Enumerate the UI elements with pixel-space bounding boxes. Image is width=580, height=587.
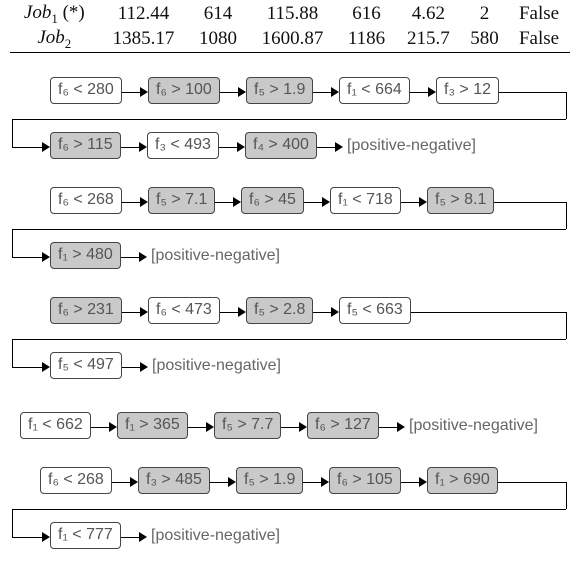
condition-node: f₆ > 231 — [50, 297, 122, 324]
condition-node: f₁ < 664 — [339, 77, 410, 104]
condition-node: f₆ < 473 — [148, 297, 220, 324]
table-row: Job2 1385.17 1080 1600.87 1186 215.7 580… — [10, 27, 570, 52]
condition-node: f₅ > 8.1 — [427, 187, 494, 214]
condition-node: f₆ > 105 — [329, 467, 401, 494]
condition-node: f₆ < 268 — [50, 187, 122, 214]
cell: 2 — [461, 2, 508, 27]
rule-diagram: f₆ < 280 f₆ > 100 f₅ > 1.9 f₁ < 664 f₃ > 12 f… — [10, 77, 570, 587]
cell: 1186 — [337, 27, 395, 52]
row-label: Job1 (*) — [10, 2, 99, 27]
condition-node: f₁ > 365 — [117, 412, 188, 439]
cell: 1600.87 — [248, 27, 338, 52]
cell: 1385.17 — [99, 27, 189, 52]
condition-node: f₆ < 268 — [40, 467, 112, 494]
condition-node: f₆ > 100 — [148, 77, 220, 104]
cell: 614 — [188, 2, 247, 27]
condition-node: f₅ < 497 — [50, 352, 122, 379]
table-row: Job1 (*) 112.44 614 115.88 616 4.62 2 Fa… — [10, 2, 570, 27]
condition-node: f₃ < 493 — [147, 132, 219, 159]
outcome-label: [positive-negative] — [152, 357, 281, 375]
condition-node: f₁ < 662 — [20, 412, 91, 439]
cell: 115.88 — [248, 2, 338, 27]
cell: 112.44 — [99, 2, 189, 27]
condition-node: f₅ > 1.9 — [236, 467, 303, 494]
condition-node: f₁ < 777 — [50, 522, 121, 549]
cell: False — [508, 27, 570, 52]
outcome-label: [positive-negative] — [409, 417, 538, 435]
row-label: Job2 — [10, 27, 99, 52]
condition-node: f₅ < 663 — [339, 297, 411, 324]
cell: 580 — [461, 27, 508, 52]
condition-node: f₁ > 480 — [50, 242, 121, 269]
condition-node: f₅ > 1.9 — [246, 77, 313, 104]
condition-node: f₆ > 127 — [307, 412, 379, 439]
condition-node: f₆ > 115 — [50, 132, 121, 159]
cell: False — [508, 2, 570, 27]
condition-node: f₅ > 2.8 — [246, 297, 313, 324]
condition-node: f₁ > 690 — [427, 467, 498, 494]
cell: 616 — [337, 2, 395, 27]
cell: 4.62 — [396, 2, 461, 27]
condition-node: f₃ > 485 — [138, 467, 210, 494]
condition-node: f₄ > 400 — [245, 132, 317, 159]
condition-node: f₁ < 718 — [330, 187, 401, 214]
outcome-label: [positive-negative] — [151, 527, 280, 545]
cell: 215.7 — [396, 27, 461, 52]
cell: 1080 — [188, 27, 247, 52]
condition-node: f₅ > 7.1 — [148, 187, 215, 214]
job-table: Job1 (*) 112.44 614 115.88 616 4.62 2 Fa… — [10, 2, 570, 53]
outcome-label: [positive-negative] — [347, 137, 476, 155]
condition-node: f₆ < 280 — [50, 77, 122, 104]
condition-node: f₅ > 7.7 — [214, 412, 281, 439]
condition-node: f₃ > 12 — [436, 77, 499, 104]
condition-node: f₆ > 45 — [241, 187, 304, 214]
data-table: Job1 (*) 112.44 614 115.88 616 4.62 2 Fa… — [10, 2, 570, 53]
outcome-label: [positive-negative] — [151, 247, 280, 265]
